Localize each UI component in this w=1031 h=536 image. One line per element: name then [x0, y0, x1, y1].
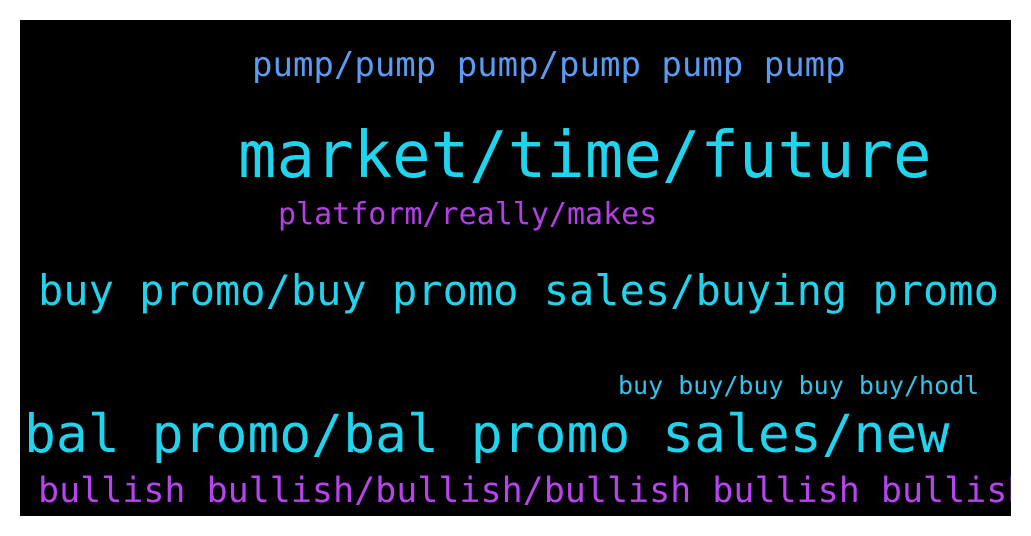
- word-market-time-future: market/time/future: [238, 119, 932, 193]
- word-bullish: bullish bullish/bullish/bullish bullish …: [38, 471, 1011, 511]
- word-buy-promo: buy promo/buy promo sales/buying promo: [38, 266, 999, 315]
- word-cloud-canvas: pump/pump pump/pump pump pump market/tim…: [20, 20, 1011, 516]
- word-buy-hodl: buy buy/buy buy buy/hodl: [618, 371, 980, 400]
- word-bal-promo: bal promo/bal promo sales/new: [24, 404, 950, 465]
- word-pump: pump/pump pump/pump pump pump: [252, 45, 846, 85]
- word-platform-really-makes: platform/really/makes: [278, 197, 658, 232]
